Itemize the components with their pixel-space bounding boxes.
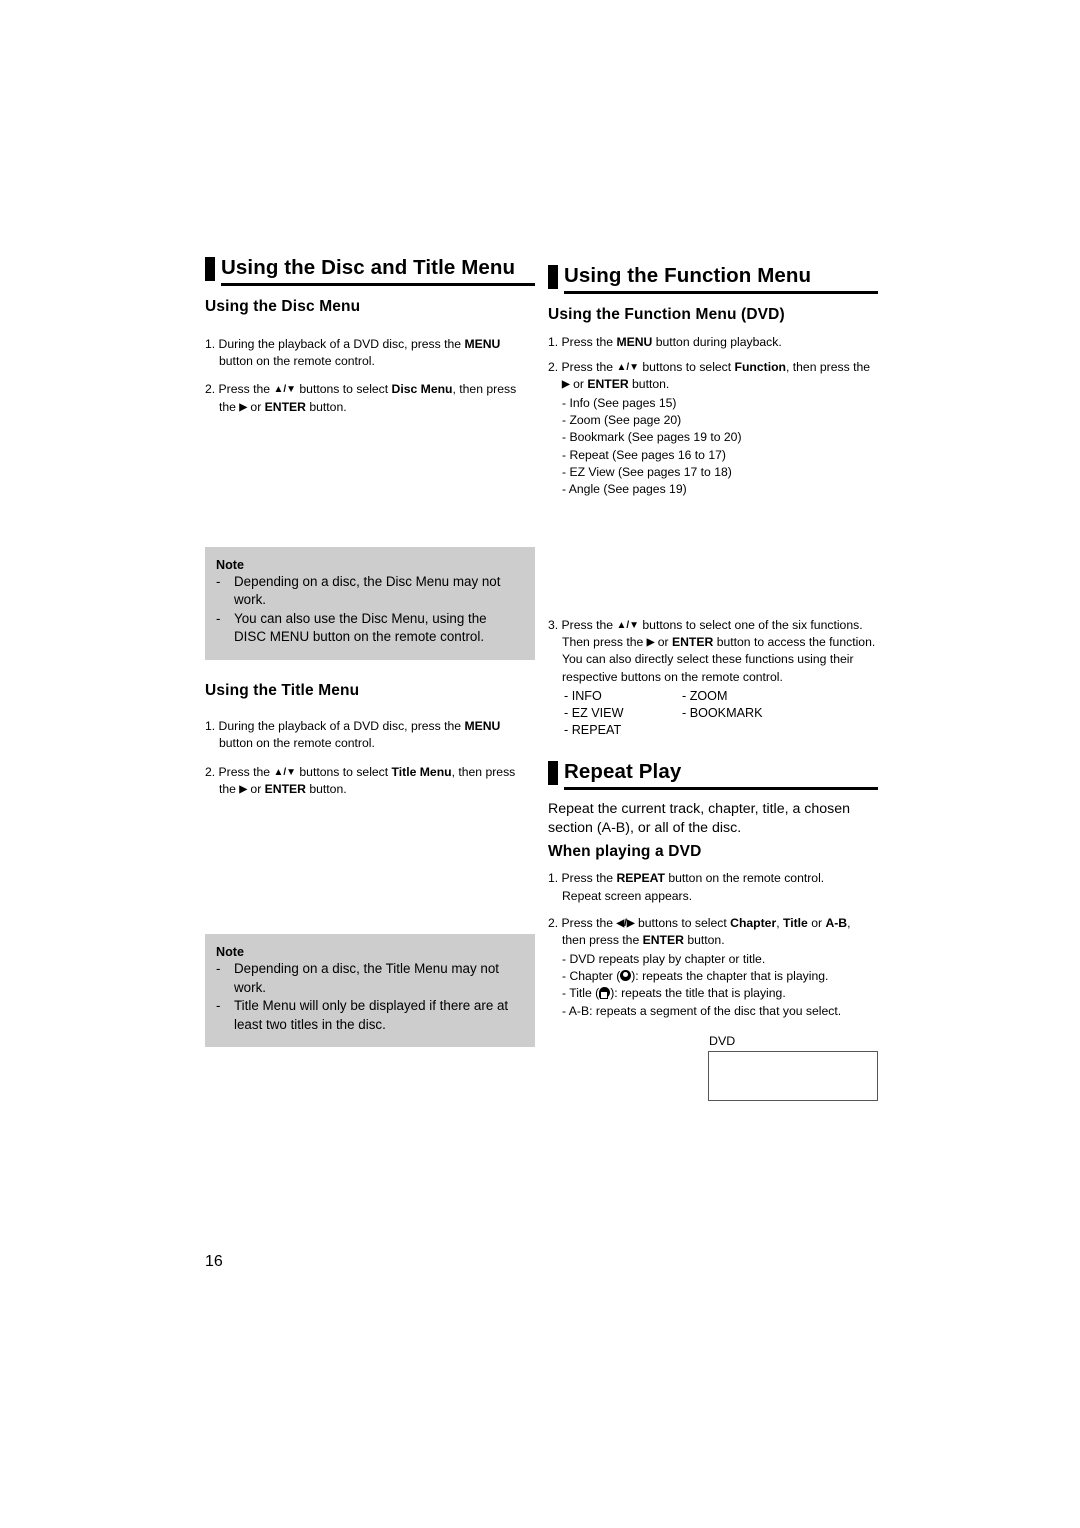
note-item: - Depending on a disc, the Title Menu may… [216, 961, 499, 995]
repeat-option-item: - Title (): repeats the title that is pl… [562, 986, 786, 1001]
section-rule [221, 282, 535, 286]
section-title: Using the Disc and Title Menu [221, 256, 516, 279]
repeat-step-2-continuation: then press the ENTER button. [562, 933, 725, 948]
title-menu-step-2: 2. Press the ▲/▼ buttons to select Title… [205, 764, 516, 796]
section-heading-disc-and-title-menu: Using the Disc and Title Menu [205, 255, 535, 286]
section-rule [564, 786, 878, 790]
note-item: - Title Menu will only be displayed if th… [216, 998, 509, 1032]
function-button-label: - ZOOM [682, 688, 728, 703]
section-title: Repeat Play [564, 759, 682, 783]
repeat-option-item: - Chapter (): repeats the chapter that i… [562, 968, 829, 983]
dvd-box-label: DVD [709, 1033, 736, 1048]
note-list: - Depending on a disc, the Disc Menu may … [216, 573, 521, 647]
subheading-using-the-disc-menu: Using the Disc Menu [205, 297, 361, 315]
subheading-when-playing-a-dvd: When playing a DVD [548, 843, 702, 861]
note-box-disc-menu: Note - Depending on a disc, the Disc Menu… [205, 546, 535, 660]
section-rule [564, 290, 878, 294]
right-column: Using the Function Menu Using the Functi… [548, 255, 878, 1101]
note-list: - Depending on a disc, the Title Menu may… [216, 960, 521, 1034]
subheading-function-menu-dvd: Using the Function Menu (DVD) [548, 305, 785, 323]
section-bar-icon [548, 265, 558, 289]
function-option-item: - Repeat (See pages 16 to 17) [562, 447, 726, 462]
note-item: - You can also use the Disc Menu, using t… [216, 610, 487, 645]
section-heading-function-menu: Using the Function Menu [548, 263, 878, 294]
function-button-row: - REPEAT [564, 722, 878, 739]
repeat-option-item: - DVD repeats play by chapter or title. [562, 951, 766, 966]
function-option-item: - Bookmark (See pages 19 to 20) [562, 430, 742, 445]
function-option-item: - Angle (See pages 19) [562, 482, 687, 497]
function-button-label: - BOOKMARK [682, 705, 763, 720]
page-number: 16 [205, 1253, 223, 1270]
note-box-title-menu: Note - Depending on a disc, the Title Men… [205, 934, 535, 1048]
section-title: Using the Function Menu [564, 264, 812, 287]
note-title: Note [216, 557, 244, 572]
title-menu-step-1: 1. During the playback of a DVD disc, pr… [205, 718, 501, 751]
function-button-row: - EZ VIEW - BOOKMARK [564, 705, 878, 722]
disc-menu-step-2: 2. Press the ▲/▼ buttons to select Disc … [205, 382, 517, 414]
subheading-using-the-title-menu: Using the Title Menu [205, 681, 360, 699]
section-heading-repeat-play: Repeat Play [548, 759, 878, 790]
note-item: - Depending on a disc, the Disc Menu may … [216, 573, 501, 608]
document-page: Using the Disc and Title Menu Using the … [0, 0, 1080, 1528]
repeat-step-1-continuation: Repeat screen appears. [562, 888, 693, 903]
function-step-3: 3. Press the ▲/▼ buttons to select one o… [548, 617, 876, 684]
repeat-options-list: - DVD repeats play by chapter or title. -… [548, 951, 878, 1020]
dvd-screen-box [708, 1050, 878, 1101]
function-button-label: - REPEAT [564, 722, 622, 737]
function-option-item: - EZ View (See pages 17 to 18) [562, 464, 732, 479]
section-bar-icon [548, 760, 558, 785]
function-step-2-continuation: ▶ or ENTER button. [562, 377, 670, 392]
function-option-item: - Zoom (See page 20) [562, 412, 682, 427]
repeat-title-icon [599, 987, 611, 1000]
repeat-step-2: 2. Press the ◀/▶ buttons to select Chapt… [548, 915, 851, 930]
function-buttons-list: - INFO - ZOOM - EZ VIEW - BOOKMARK - REPEAT [548, 688, 878, 739]
repeat-step-1: 1. Press the REPEAT button on the remote… [548, 871, 825, 886]
function-options-list: - Info (See pages 15) - Zoom (See page 20… [548, 395, 878, 499]
function-button-row: - INFO - ZOOM [564, 688, 878, 705]
function-button-label: - INFO [564, 688, 602, 703]
function-step-1: 1. Press the MENU button during playback… [548, 334, 782, 349]
note-title: Note [216, 945, 244, 960]
repeat-intro-text: Repeat the current track, chapter, title… [548, 800, 851, 837]
function-button-label: - EZ VIEW [564, 705, 624, 720]
disc-menu-step-1: 1. During the playback of a DVD disc, pr… [205, 336, 501, 368]
dvd-illustration: DVD [548, 1034, 878, 1101]
left-column: Using the Disc and Title Menu Using the … [205, 255, 535, 1048]
repeat-chapter-icon [620, 969, 632, 981]
function-step-2: 2. Press the ▲/▼ buttons to select Funct… [548, 359, 871, 374]
function-option-item: - Info (See pages 15) [562, 395, 677, 410]
section-bar-icon [205, 257, 215, 281]
repeat-option-item: - A-B: repeats a segment of the disc tha… [562, 1003, 842, 1018]
